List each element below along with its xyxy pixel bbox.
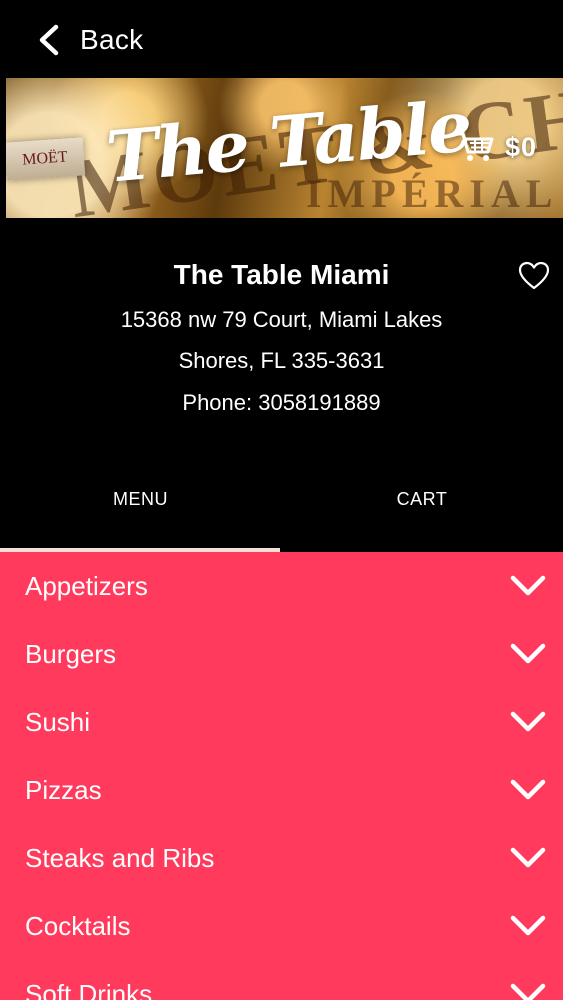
category-pizzas[interactable]: Pizzas: [0, 756, 563, 824]
shopping-cart-icon: [455, 132, 494, 161]
category-sushi[interactable]: Sushi: [0, 688, 563, 756]
address-line-1: 15368 nw 79 Court, Miami Lakes: [120, 307, 443, 332]
category-label: Pizzas: [25, 775, 102, 805]
top-bar: Back: [0, 0, 563, 78]
chevron-down-icon: [510, 983, 546, 1000]
chevron-left-icon: [39, 24, 59, 56]
chevron-down-icon: [510, 915, 546, 936]
chevron-down-icon: [510, 711, 546, 732]
heart-icon[interactable]: [518, 261, 550, 291]
tab-bar: MENU CART: [0, 450, 563, 552]
category-label: Cocktails: [25, 911, 131, 941]
tab-menu[interactable]: MENU: [0, 450, 281, 548]
bottle-label: MOËT: [6, 137, 86, 181]
menu-category-list: Appetizers Burgers Sushi Pizzas Steaks a…: [0, 552, 563, 1000]
chevron-down-icon: [510, 779, 546, 800]
category-burgers[interactable]: Burgers: [0, 620, 563, 688]
chevron-down-icon: [510, 575, 546, 596]
chevron-down-icon: [510, 847, 546, 868]
app-screen: Back MOET & CHANDON IMPÉRIAL MOËT The Ta…: [0, 0, 563, 1000]
restaurant-name: The Table Miami: [173, 259, 390, 290]
category-label: Soft Drinks: [25, 979, 153, 1000]
cart-total: $0: [504, 131, 537, 162]
category-label: Sushi: [25, 707, 91, 737]
chevron-down-icon: [510, 643, 546, 664]
tab-cart[interactable]: CART: [281, 450, 563, 548]
category-soft-drinks[interactable]: Soft Drinks: [0, 960, 563, 1000]
restaurant-info: The Table Miami 15368 nw 79 Court, Miami…: [0, 218, 563, 450]
address-line-2: Shores, FL 335-3631: [178, 348, 385, 373]
category-steaks-and-ribs[interactable]: Steaks and Ribs: [0, 824, 563, 892]
category-label: Steaks and Ribs: [25, 843, 215, 873]
category-label: Appetizers: [25, 571, 148, 601]
category-appetizers[interactable]: Appetizers: [0, 552, 563, 620]
cart-summary-button[interactable]: $0: [455, 130, 537, 164]
category-cocktails[interactable]: Cocktails: [0, 892, 563, 960]
restaurant-banner: MOET & CHANDON IMPÉRIAL MOËT The Table $…: [6, 78, 563, 218]
back-button[interactable]: Back: [36, 18, 143, 62]
phone-number[interactable]: Phone: 3058191889: [0, 389, 563, 417]
category-label: Burgers: [25, 639, 117, 669]
back-label: Back: [80, 24, 144, 55]
